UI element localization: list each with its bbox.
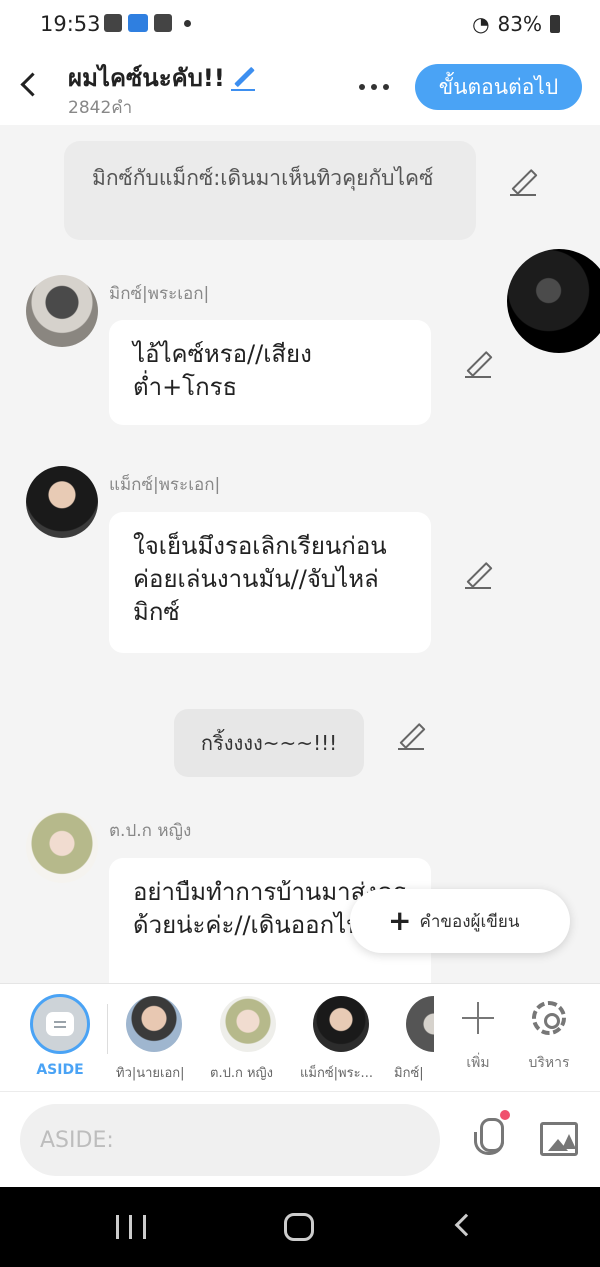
- speaker-name: มิกซ์|พระเอก|: [109, 284, 210, 304]
- battery-icon: [550, 15, 560, 33]
- home-icon[interactable]: [284, 1213, 314, 1241]
- speaker-name: ต.ป.ก หญิง: [109, 821, 192, 841]
- edit-pencil-icon[interactable]: [465, 562, 491, 589]
- divider: [107, 1004, 108, 1054]
- character-bar: ASIDE ทิว|นายเอก| ต.ป.ก หญิง แม็กซ์|พระ.…: [0, 983, 600, 1091]
- author-note-label: คำของผู้เขียน: [419, 911, 520, 932]
- floating-avatar[interactable]: [507, 249, 600, 353]
- story-title[interactable]: ผมไคซ์นะคับ!!: [68, 58, 257, 97]
- message-bubble[interactable]: ไอ้ไคซ์หรอ//เสียงต่ำ+โกรธ: [109, 320, 431, 425]
- microphone-icon[interactable]: [474, 1118, 504, 1162]
- more-notifications-icon: [184, 19, 191, 27]
- narration-bubble[interactable]: มิกซ์กับแม็กซ์:เดินมาเห็นทิวคุยกับไคซ์: [64, 141, 476, 240]
- chat-area[interactable]: มิกซ์กับแม็กซ์:เดินมาเห็นทิวคุยกับไคซ์ ม…: [0, 125, 600, 983]
- edit-pencil-icon[interactable]: [510, 169, 536, 196]
- manage-label: บริหาร: [528, 1055, 570, 1071]
- edit-pencil-icon[interactable]: [398, 723, 424, 750]
- image-upload-icon[interactable]: [540, 1122, 578, 1156]
- line-notification-icon: [154, 14, 172, 32]
- sound-effect-bubble[interactable]: กริ้งงงง~~~!!!: [174, 709, 364, 777]
- character-avatar-mix[interactable]: [406, 996, 434, 1052]
- next-step-button[interactable]: ขั้นตอนต่อไป: [415, 64, 582, 110]
- more-options-icon[interactable]: [354, 72, 394, 102]
- edit-title-pencil-icon[interactable]: [230, 65, 257, 91]
- wifi-signal-icon: ◔: [472, 12, 490, 36]
- character-avatar-tiw[interactable]: [126, 996, 182, 1052]
- avatar-teacher[interactable]: [26, 811, 98, 883]
- message-bubble[interactable]: ใจเย็นมึงรอเลิกเรียนก่อนค่อยเล่นงานมัน//…: [109, 512, 431, 653]
- author-note-button[interactable]: + คำของผู้เขียน: [350, 889, 570, 953]
- input-bar: [0, 1091, 600, 1187]
- system-indicators: ◔ 83%: [472, 12, 560, 36]
- avatar-max[interactable]: [26, 466, 98, 538]
- word-count: 2842คำ: [68, 98, 133, 118]
- settings-gear-icon[interactable]: [532, 1001, 566, 1035]
- edit-pencil-icon[interactable]: [465, 351, 491, 378]
- add-character-icon[interactable]: [462, 1002, 494, 1034]
- back-arrow-icon[interactable]: [14, 64, 44, 104]
- recent-apps-icon[interactable]: [116, 1215, 146, 1239]
- story-title-text: ผมไคซ์นะคับ!!: [68, 64, 225, 92]
- battery-percent: 83%: [497, 12, 542, 36]
- notification-icons: [104, 14, 191, 32]
- character-label: แม็กซ์|พระ...: [300, 1066, 373, 1081]
- aside-label: ASIDE: [36, 1062, 84, 1078]
- system-back-icon[interactable]: [454, 1213, 478, 1237]
- top-header: ผมไคซ์นะคับ!! 2842คำ ขั้นตอนต่อไป: [0, 50, 600, 125]
- speaker-name: แม็กซ์|พระเอก|: [109, 475, 221, 495]
- webtoon-notification-icon: [128, 14, 148, 32]
- character-label: ทิว|นายเอก|: [116, 1066, 185, 1081]
- status-bar: 19:53 ◔ 83%: [0, 0, 600, 50]
- aside-text-input[interactable]: [20, 1104, 440, 1176]
- character-label: มิกซ์|: [394, 1066, 424, 1081]
- aside-chat-icon[interactable]: [30, 994, 90, 1054]
- status-time: 19:53: [40, 12, 101, 36]
- character-avatar-teacher[interactable]: [220, 996, 276, 1052]
- character-avatar-max[interactable]: [313, 996, 369, 1052]
- add-label: เพิ่ม: [466, 1055, 490, 1071]
- character-label: ต.ป.ก หญิง: [210, 1066, 273, 1081]
- system-nav-bar: [0, 1187, 600, 1267]
- notification-dot: [500, 1110, 510, 1120]
- plus-icon: +: [388, 904, 412, 937]
- gallery-notification-icon: [104, 14, 122, 32]
- avatar-mix[interactable]: [26, 275, 98, 347]
